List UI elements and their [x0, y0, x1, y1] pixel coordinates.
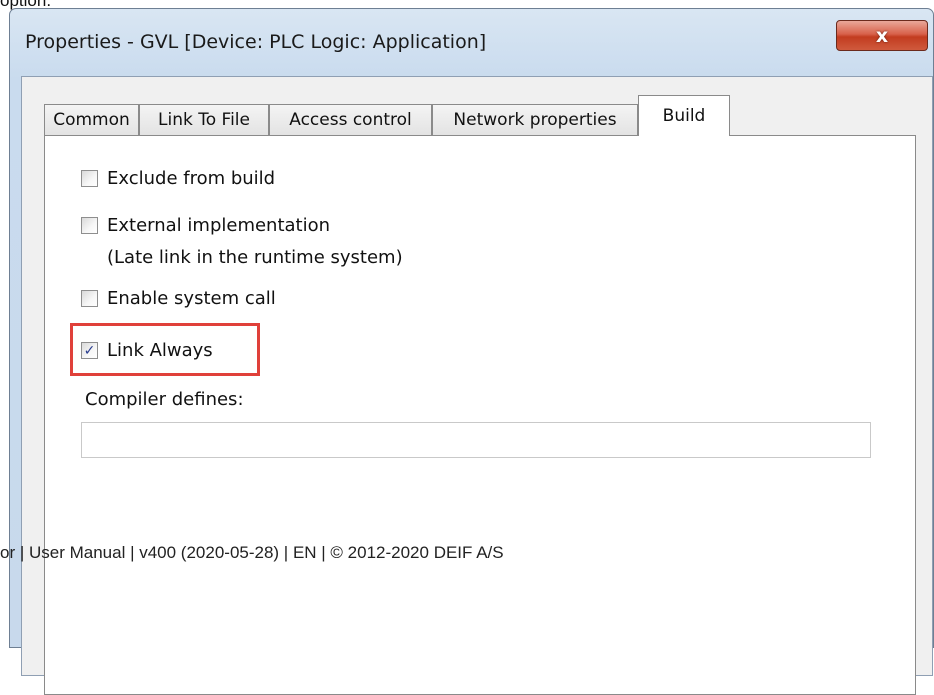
link-always-option[interactable]: ✓ Link Always: [81, 340, 213, 361]
external-implementation-checkbox[interactable]: [81, 217, 98, 234]
enable-system-call-label: Enable system call: [107, 288, 276, 309]
tab-link-to-file[interactable]: Link To File: [139, 104, 269, 135]
external-implementation-option[interactable]: External implementation: [81, 215, 330, 236]
tab-access-control[interactable]: Access control: [269, 104, 432, 135]
close-icon: x: [875, 24, 889, 47]
exclude-from-build-label: Exclude from build: [107, 168, 276, 189]
tab-build[interactable]: Build: [638, 95, 730, 136]
dialog-title: Properties - GVL [Device: PLC Logic: App…: [25, 31, 487, 53]
compiler-defines-input[interactable]: [81, 422, 871, 458]
tab-common[interactable]: Common: [44, 104, 139, 135]
external-implementation-sublabel: (Late link in the runtime system): [107, 247, 403, 268]
document-footer: or | User Manual | v400 (2020-05-28) | E…: [0, 543, 504, 562]
dialog-client-area: Common Link To File Access control Netwo…: [21, 76, 933, 695]
external-implementation-label: External implementation: [107, 215, 331, 236]
tab-network-properties[interactable]: Network properties: [432, 104, 638, 135]
check-mark-icon: ✓: [83, 342, 96, 359]
exclude-from-build-option[interactable]: Exclude from build: [81, 168, 275, 189]
enable-system-call-checkbox[interactable]: [81, 290, 98, 307]
exclude-from-build-checkbox[interactable]: [81, 170, 98, 187]
close-button[interactable]: x: [836, 20, 928, 51]
compiler-defines-label: Compiler defines:: [85, 389, 244, 410]
enable-system-call-option[interactable]: Enable system call: [81, 288, 276, 309]
link-always-label: Link Always: [107, 340, 213, 361]
link-always-checkbox[interactable]: ✓: [81, 342, 98, 359]
